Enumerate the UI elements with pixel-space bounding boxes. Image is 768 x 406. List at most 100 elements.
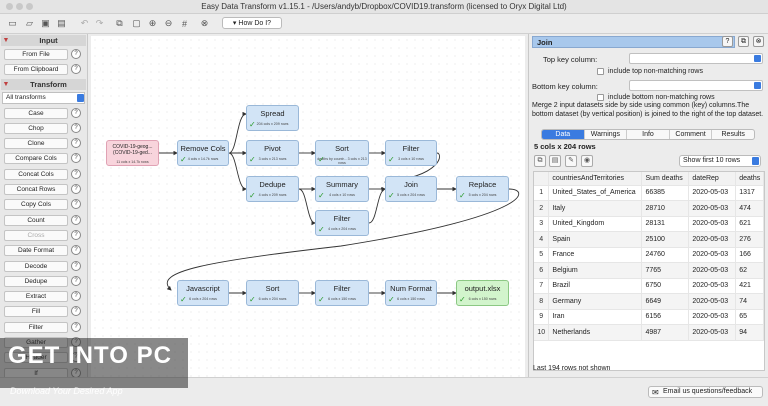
extract-button[interactable]: Extract (4, 291, 68, 303)
zoom-out-icon[interactable]: ⊖ (162, 17, 175, 30)
filter-node-3[interactable]: Filter 6 cols x 150 rows ✓ (315, 280, 369, 306)
column-header[interactable]: deaths (735, 172, 764, 186)
case-button[interactable]: Case (4, 107, 68, 119)
count-button[interactable]: Count (4, 214, 68, 226)
help-icon[interactable]: ? (71, 64, 81, 75)
transform-filter-select[interactable]: All transforms (2, 91, 85, 104)
sort-node-2[interactable]: Sort 6 cols x 204 rows ✓ (246, 280, 299, 306)
date-format-button[interactable]: Date Format (4, 245, 68, 257)
help-icon[interactable]: ? (71, 291, 81, 302)
help-icon[interactable]: ? (71, 306, 81, 317)
help-icon[interactable]: ? (722, 36, 733, 47)
dedupe-node[interactable]: Dedupe 4 cols x 209 rows ✓ (246, 176, 299, 202)
email-feedback-button[interactable]: ✉ Email us questions/feedback (648, 386, 763, 398)
help-icon[interactable]: ? (71, 260, 81, 271)
num-format-node[interactable]: Num Format 6 cols x 150 rows ✓ (385, 280, 437, 306)
tab-results[interactable]: Results (712, 130, 754, 139)
table-row[interactable]: 1 United_States_of_America 66385 2020-05-03… (534, 185, 764, 201)
help-icon[interactable]: ? (71, 153, 81, 164)
copy-icon[interactable]: ⧉ (113, 17, 126, 30)
filter-node-2[interactable]: Filter 4 cols x 204 rows ✓ (315, 210, 369, 236)
table-row[interactable]: 4 Spain 25100 2020-05-03 276 (534, 231, 764, 248)
grid-icon[interactable]: # (178, 17, 191, 30)
tab-warnings[interactable]: Warnings (585, 130, 628, 139)
copy-cols-button[interactable]: Copy Cols (4, 199, 68, 211)
edit-icon[interactable]: ✎ (565, 155, 577, 167)
table-row[interactable]: 3 United_Kingdom 28131 2020-05-03 621 (534, 216, 764, 232)
help-icon[interactable]: ? (71, 321, 81, 332)
table-row[interactable]: 6 Belgium 7765 2020-05-03 62 (534, 262, 764, 279)
zoom-in-icon[interactable]: ⊕ (146, 17, 159, 30)
show-rows-select[interactable]: Show first 10 rows (679, 155, 761, 167)
column-header[interactable] (534, 172, 550, 186)
help-icon[interactable]: ? (71, 168, 81, 179)
from-clipboard-button[interactable]: From Clipboard (4, 64, 68, 76)
column-header[interactable]: countriesAndTerritories (548, 172, 643, 186)
sort-node-1[interactable]: Sort deaths by countr... 3 cols x 213 row… (315, 140, 369, 166)
bottom-key-select[interactable] (629, 80, 763, 91)
summary-node[interactable]: Summary 4 cols x 10 rows ✓ (315, 176, 369, 202)
column-header[interactable]: Sum deaths (641, 172, 690, 186)
compare-cols-button[interactable]: Compare Cols (4, 153, 68, 165)
redo-icon[interactable]: ↷ (93, 17, 106, 30)
decode-button[interactable]: Decode (4, 260, 68, 272)
filter-node-1[interactable]: Filter 3 cols x 10 rows ✓ (385, 140, 437, 166)
input-section-header[interactable]: ▼ Input (1, 35, 86, 46)
help-icon[interactable]: ? (71, 49, 81, 59)
help-icon[interactable]: ? (71, 122, 81, 133)
table-row[interactable]: 7 Brazil 6750 2020-05-03 421 (534, 278, 764, 294)
top-key-select[interactable] (629, 53, 763, 64)
paste-icon[interactable]: ▢ (130, 17, 143, 30)
help-icon[interactable]: ? (71, 275, 81, 286)
from-file-button[interactable]: From File (4, 49, 68, 60)
source-node[interactable]: COVID-19-geog... (COVID-19-ged... 11 cols… (106, 140, 159, 166)
help-icon[interactable]: ? (71, 214, 81, 225)
copy-data-icon[interactable]: ⧉ (534, 155, 546, 167)
bottom-nonmatch-checkbox[interactable] (597, 94, 604, 101)
help-icon[interactable]: ? (71, 138, 81, 149)
replace-node[interactable]: Replace 5 cols x 204 rows ✓ (456, 176, 509, 202)
help-icon[interactable]: ? (71, 229, 81, 240)
top-nonmatch-checkbox[interactable] (597, 68, 604, 75)
export-icon[interactable]: ▤ (549, 155, 561, 167)
stop-icon[interactable]: ⊗ (198, 17, 211, 30)
view-icon[interactable]: ◉ (581, 155, 593, 167)
chop-button[interactable]: Chop (4, 122, 68, 134)
save-icon[interactable]: ▣ (39, 17, 52, 30)
column-header[interactable]: dateRep (688, 172, 737, 186)
table-row[interactable]: 8 Germany 6649 2020-05-03 74 (534, 293, 764, 310)
help-icon[interactable]: ? (71, 107, 81, 118)
table-row[interactable]: 9 Iran 6156 2020-05-03 65 (534, 309, 764, 325)
how-do-i-button[interactable]: ▾ How Do I? (222, 17, 282, 29)
javascript-node[interactable]: Javascript 6 cols x 204 rows ✓ (177, 280, 229, 306)
open-folder-icon[interactable]: ▱ (23, 17, 36, 30)
tab-info[interactable]: Info (627, 130, 670, 139)
table-row[interactable]: 2 Italy 28710 2020-05-03 474 (534, 200, 764, 217)
transform-section-header[interactable]: ▼ Transform (1, 78, 86, 90)
tab-data[interactable]: Data (542, 130, 585, 139)
join-node[interactable]: Join 5 cols x 204 rows ✓ (385, 176, 437, 202)
clone-button[interactable]: Clone (4, 138, 68, 150)
undo-icon[interactable]: ↶ (78, 17, 91, 30)
data-table[interactable]: countriesAndTerritories Sum deaths dateRep… (533, 171, 765, 371)
close-panel-icon[interactable]: ⊗ (753, 36, 764, 47)
cross-button[interactable]: Cross (4, 229, 68, 241)
spread-node[interactable]: Spread 204 cols x 209 rows ✓ (246, 105, 299, 131)
help-icon[interactable]: ? (71, 199, 81, 210)
help-icon[interactable]: ? (71, 184, 81, 195)
dedupe-button[interactable]: Dedupe (4, 275, 68, 287)
tab-comment[interactable]: Comment (670, 130, 713, 139)
output-node[interactable]: output.xlsx 6 cols x 150 rows ✓ (456, 280, 509, 306)
detach-icon[interactable]: ⧉ (738, 36, 749, 47)
filter-button[interactable]: Filter (4, 321, 68, 333)
new-file-icon[interactable]: ▭ (6, 17, 19, 30)
pivot-node[interactable]: Pivot 3 cols x 213 rows ✓ (246, 140, 299, 166)
workflow-canvas[interactable]: COVID-19-geog... (COVID-19-ged... 11 cols… (91, 36, 525, 377)
save-as-icon[interactable]: ▤ (55, 17, 68, 30)
remove-cols-node[interactable]: Remove Cols 4 cols x 14.7k rows ✓ (177, 140, 229, 166)
table-row[interactable]: 10 Netherlands 4987 2020-05-03 94 (534, 324, 764, 341)
table-row[interactable]: 5 France 24760 2020-05-03 166 (534, 247, 764, 263)
concat-rows-button[interactable]: Concat Rows (4, 184, 68, 196)
help-icon[interactable]: ? (71, 245, 81, 256)
concat-cols-button[interactable]: Concat Cols (4, 168, 68, 180)
